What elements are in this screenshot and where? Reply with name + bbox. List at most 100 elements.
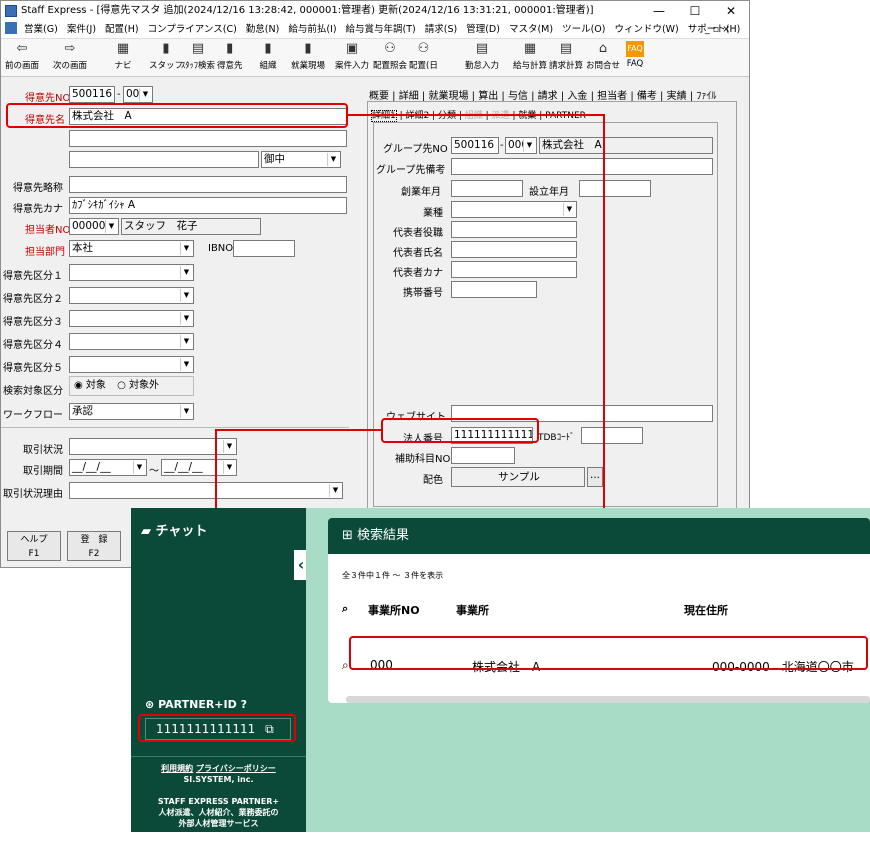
aux-no-label: 補助科目NO: [395, 454, 451, 465]
worksite-button[interactable]: ▮ 就業現場: [291, 41, 325, 71]
contact-button[interactable]: ⌂ お問合せ: [586, 41, 620, 71]
chevron-down-icon: ▼: [523, 139, 535, 152]
ib-no-field[interactable]: [233, 240, 295, 257]
trade-status-select[interactable]: ▼: [69, 438, 237, 455]
tab-detail2[interactable]: 詳細2: [406, 111, 430, 121]
divider: [131, 756, 306, 757]
navi-button[interactable]: ▦ ナビ: [114, 41, 132, 71]
staff-button[interactable]: ▮ スタッフ: [149, 41, 183, 71]
faq-button[interactable]: FAQ FAQ: [626, 41, 644, 69]
attendance-button[interactable]: ▤ 勤怠入力: [465, 41, 499, 71]
magnifier-icon: ⌕: [342, 602, 349, 615]
category-4-select[interactable]: ▼: [69, 333, 194, 350]
staff-no-label: 担当者NO: [25, 225, 71, 236]
short-name-field[interactable]: [69, 176, 347, 193]
back-button[interactable]: ⇦ 前の画面: [5, 41, 39, 71]
placement-day-button[interactable]: ⚇ 配置(日: [409, 41, 438, 71]
trade-period-to[interactable]: __/__/__ ▼: [161, 459, 237, 476]
tab-org[interactable]: 組織: [465, 111, 483, 121]
tab-dispatch[interactable]: 派遣: [492, 111, 510, 121]
maximize-button[interactable]: ☐: [677, 1, 713, 21]
group-no-field[interactable]: 500116: [451, 137, 499, 154]
menu-compliance[interactable]: コンプライアンス(C): [148, 24, 237, 35]
industry-select[interactable]: ▼: [451, 201, 577, 218]
category-1-select[interactable]: ▼: [69, 264, 194, 281]
placement-inquiry-button[interactable]: ⚇ 配置照会: [373, 41, 407, 71]
menu-payroll[interactable]: 給与賞与年調(T): [346, 24, 416, 35]
client-name-3-field[interactable]: [69, 151, 259, 168]
group-memo-field[interactable]: [451, 158, 713, 175]
client-no-sub-select[interactable]: 000 ▼: [123, 86, 153, 103]
menu-placement[interactable]: 配置(H): [105, 24, 139, 35]
fingerprint-icon: ⊛: [145, 698, 155, 711]
category-2-select[interactable]: ▼: [69, 287, 194, 304]
mdi-controls[interactable]: _ ▫ ×: [705, 21, 730, 39]
search-results-card: ⊞ 検索結果 全３件中１件 ～ ３件を表示 ⌕ 事業所NO 事業所 現在住所 ⌕…: [328, 518, 870, 703]
tab-class[interactable]: 分類: [438, 111, 456, 121]
category-5-select[interactable]: ▼: [69, 356, 194, 373]
billing-button[interactable]: ▤ 請求計算: [549, 41, 583, 71]
workflow-select[interactable]: 承認 ▼: [69, 403, 194, 420]
search-target-off-radio[interactable]: ○ 対象外: [117, 380, 159, 391]
rep-name-field[interactable]: [451, 241, 577, 258]
arrow-right-icon: ⇨: [64, 41, 76, 56]
rep-kana-label: 代表者カナ: [393, 268, 443, 279]
register-button[interactable]: 登 録 F2: [67, 531, 121, 561]
menu-sales[interactable]: 営業(G): [24, 24, 58, 35]
view-detail-icon[interactable]: ⌕: [342, 658, 349, 672]
minimize-button[interactable]: —: [641, 1, 677, 21]
staff-search-button[interactable]: ▤ ｽﾀｯﾌ検索: [181, 41, 215, 71]
tdb-code-field[interactable]: [581, 427, 643, 444]
staff-no-select[interactable]: 000002 ▼: [69, 218, 119, 235]
client-name-2-field[interactable]: [69, 130, 347, 147]
close-button[interactable]: ✕: [713, 1, 749, 21]
menu-billing[interactable]: 請求(S): [425, 24, 457, 35]
terms-link[interactable]: 利用規約: [161, 764, 193, 773]
founded-field[interactable]: [451, 180, 523, 197]
help-button[interactable]: ヘルプ F1: [7, 531, 61, 561]
company-name: SI.SYSTEM, inc.: [183, 775, 254, 784]
chat-header[interactable]: ▰ チャット: [141, 520, 207, 539]
horizontal-scrollbar[interactable]: [346, 696, 870, 703]
version-link[interactable]: Ver1.0.20241211: [180, 841, 257, 850]
menu-master[interactable]: マスタ(M): [509, 24, 553, 35]
case-input-button[interactable]: ▣ 案件入力: [335, 41, 369, 71]
org-button[interactable]: ▮ 組織: [259, 41, 277, 71]
next-button[interactable]: ⇨ 次の画面: [53, 41, 87, 71]
menu-case[interactable]: 案件(J): [67, 24, 96, 35]
payroll-button[interactable]: ▦ 給与計算: [513, 41, 547, 71]
established-field[interactable]: [579, 180, 651, 197]
mobile-field[interactable]: [451, 281, 537, 298]
category-3-select[interactable]: ▼: [69, 310, 194, 327]
rep-kana-field[interactable]: [451, 261, 577, 278]
kana-field[interactable]: ｶﾌﾞｼｷｶﾞｲｼｬ A: [69, 197, 347, 214]
trade-period-from[interactable]: __/__/__ ▼: [69, 459, 147, 476]
menu-tools[interactable]: ツール(O): [562, 24, 605, 35]
aux-no-field[interactable]: [451, 447, 515, 464]
honorific-select[interactable]: 御中 ▼: [261, 151, 341, 168]
connector-line: [215, 429, 381, 431]
help-icon[interactable]: ?: [241, 698, 247, 711]
connector-line: [348, 114, 604, 116]
privacy-link[interactable]: プライバシーポリシー: [196, 764, 276, 773]
client-no-field[interactable]: 500116: [69, 86, 115, 103]
client-button[interactable]: ▮ 得意先: [217, 41, 243, 71]
search-target-on-radio[interactable]: ◉ 対象: [74, 380, 106, 391]
partner-id-label: ⊛ PARTNER+ID ?: [145, 698, 247, 711]
tab-employment[interactable]: 就業: [518, 111, 536, 121]
dept-select[interactable]: 本社 ▼: [69, 240, 194, 257]
menu-admin[interactable]: 管理(D): [466, 24, 500, 35]
chevron-down-icon: ▼: [139, 88, 151, 101]
tab-detail1[interactable]: 詳細1: [371, 110, 397, 122]
color-picker-button[interactable]: ...: [587, 467, 603, 487]
table-header: ⌕ 事業所NO 事業所 現在住所: [342, 602, 728, 617]
rep-title-field[interactable]: [451, 221, 577, 238]
tab-partner[interactable]: PARTNER: [545, 111, 586, 121]
trade-reason-select[interactable]: ▼: [69, 482, 343, 499]
arrow-left-icon: ⇦: [16, 41, 28, 56]
menu-window[interactable]: ウィンドウ(W): [614, 24, 678, 35]
menu-prepay[interactable]: 給与前払(I): [288, 24, 336, 35]
chevron-down-icon: ▼: [180, 289, 192, 302]
menu-attendance[interactable]: 勤怠(N): [246, 24, 280, 35]
group-no-sub-select[interactable]: 000 ▼: [505, 137, 537, 154]
